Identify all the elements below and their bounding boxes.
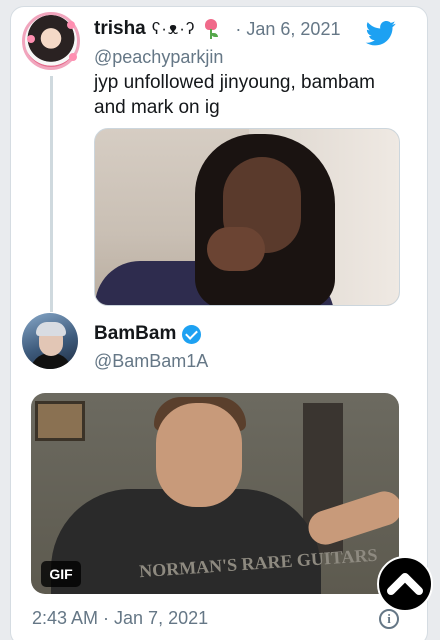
flower-decoration-icon: [69, 53, 77, 61]
scroll-top-button[interactable]: [377, 556, 433, 612]
tweet-timestamp[interactable]: 2:43 AM · Jan 7, 2021: [32, 608, 208, 629]
main-handle[interactable]: @BamBam1A: [94, 351, 208, 372]
gif-badge: GIF: [41, 561, 81, 587]
name-decoration: ʕ·ᴥ·ʔ: [151, 19, 196, 38]
info-icon[interactable]: i: [379, 609, 399, 629]
main-gif-media[interactable]: NORMAN'S RARE GUITARS: [31, 393, 399, 594]
reply-media-image[interactable]: [94, 128, 400, 306]
main-author-row: BamBam: [94, 323, 202, 345]
flower-decoration-icon: [67, 21, 75, 29]
reply-display-name[interactable]: trisha: [94, 18, 146, 40]
verified-badge-icon: [182, 324, 202, 344]
avatar-bambam[interactable]: [22, 313, 78, 369]
flower-decoration-icon: [27, 35, 35, 43]
reply-date[interactable]: · Jan 6, 2021: [235, 19, 340, 40]
main-display-name[interactable]: BamBam: [94, 323, 176, 345]
reply-handle[interactable]: @peachyparkjin: [94, 47, 223, 68]
thread-connector-line: [50, 76, 53, 312]
chevron-up-icon: [387, 573, 423, 595]
avatar-trisha[interactable]: [22, 12, 80, 70]
tulip-emoji-icon: [203, 19, 219, 39]
twitter-bird-icon: [365, 21, 396, 46]
reply-author-row: trisha ʕ·ᴥ·ʔ · Jan 6, 2021: [94, 18, 340, 40]
reply-text: jyp unfollowed jinyoung, bambam and mark…: [94, 72, 375, 118]
